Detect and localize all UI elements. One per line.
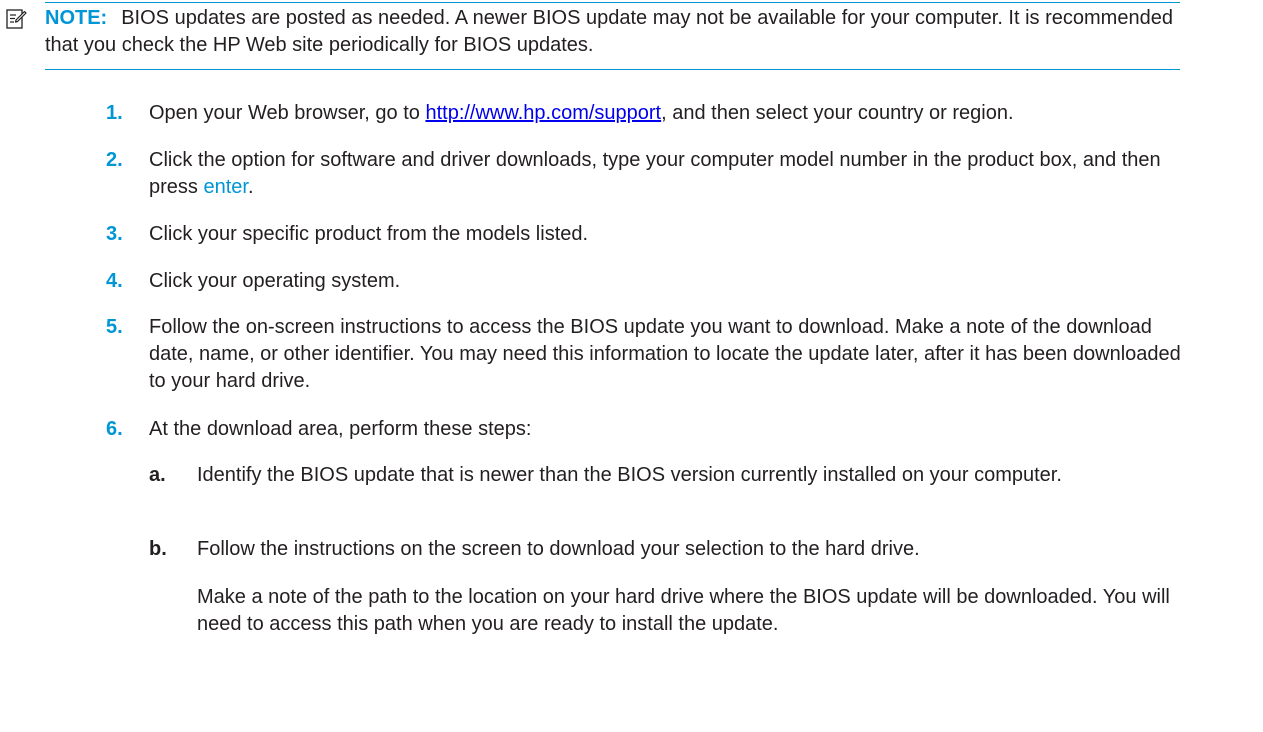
step-text-segment: Click the option for software and driver…: [149, 149, 1161, 198]
substep-text: Follow the instructions on the screen to…: [197, 538, 920, 560]
step-text: Click your specific product from the mod…: [149, 223, 589, 245]
closing-text: Make a note of the path to the location …: [197, 586, 1170, 635]
note-top-rule: [45, 2, 1180, 3]
substep-letter: a.: [149, 464, 166, 486]
step-text-segment: .: [247, 176, 254, 198]
step-text: Click your operating system.: [149, 270, 401, 292]
step-text-segment: , and then select your country or region…: [661, 102, 1014, 124]
step-number: 5.: [106, 316, 123, 338]
hp-support-link[interactable]: http://www.hp.com/support: [425, 102, 661, 124]
note-body: BIOS updates are posted as needed. A new…: [45, 7, 1173, 56]
step-text: Follow the on-screen instructions to acc…: [149, 316, 1181, 392]
substep-text: Identify the BIOS update that is newer t…: [197, 464, 1062, 486]
step-number: 3.: [106, 223, 123, 245]
step-text: At the download area, perform these step…: [149, 418, 532, 440]
note-block: NOTE: BIOS updates are posted as needed. …: [0, 0, 1180, 71]
note-bottom-rule: [45, 69, 1180, 70]
enter-key-label: enter: [203, 176, 248, 198]
step-text-segment: Open your Web browser, go to: [149, 102, 426, 124]
step-text: Open your Web browser, go to http://www.…: [149, 100, 1194, 127]
note-pencil-icon: [6, 9, 27, 29]
step-text: Click the option for software and driver…: [149, 147, 1194, 201]
step-number: 6.: [106, 418, 123, 440]
step-number: 2.: [106, 149, 123, 171]
substep-letter: b.: [149, 538, 167, 560]
step-number: 4.: [106, 270, 123, 292]
step-number: 1.: [106, 102, 123, 124]
note-label: NOTE:: [45, 7, 108, 29]
note-text: NOTE: BIOS updates are posted as needed. …: [45, 5, 1180, 59]
